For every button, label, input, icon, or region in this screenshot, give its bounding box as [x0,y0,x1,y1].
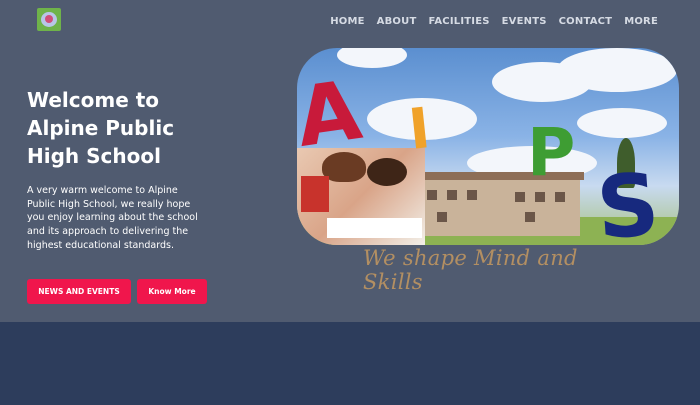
banner-letter-s: S [593,154,663,245]
nav-home[interactable]: HOME [330,16,364,27]
window [515,192,525,202]
student-hair [367,158,407,186]
title-line-3: High School [27,144,161,168]
school-logo-icon[interactable] [37,8,61,31]
intro-text: A very warm welcome to Alpine Public Hig… [27,185,198,251]
page-title: Welcome to Alpine Public High School [27,86,267,170]
nav-facilities[interactable]: FACILITIES [428,16,489,27]
banner-letter-a: A [297,63,367,166]
window [447,190,457,200]
main-nav: HOME ABOUT FACILITIES EVENTS CONTACT MOR… [318,16,658,27]
tagline: We shape Mind and Skills [363,246,578,294]
nav-more[interactable]: MORE [624,16,658,27]
school-banner-image: A I P S [297,48,679,245]
nav-contact[interactable]: CONTACT [559,16,613,27]
news-and-events-button[interactable]: NEWS AND EVENTS [27,279,131,304]
banner-letter-p: P [527,114,576,191]
window [525,212,535,222]
cloud [577,108,667,138]
nav-events[interactable]: EVENTS [502,16,547,27]
window [467,190,477,200]
window [437,212,447,222]
title-line-1: Welcome to [27,88,160,112]
title-line-2: Alpine Public [27,116,175,140]
cloud [557,48,677,92]
logo-center [45,15,53,23]
paper [327,218,422,238]
know-more-button[interactable]: Know More [137,279,207,304]
nav-about[interactable]: ABOUT [377,16,417,27]
window [427,190,437,200]
student-shirt [301,176,329,212]
hero-section: HOME ABOUT FACILITIES EVENTS CONTACT MOR… [0,0,700,322]
window [535,192,545,202]
window [555,192,565,202]
lower-section [0,322,700,405]
